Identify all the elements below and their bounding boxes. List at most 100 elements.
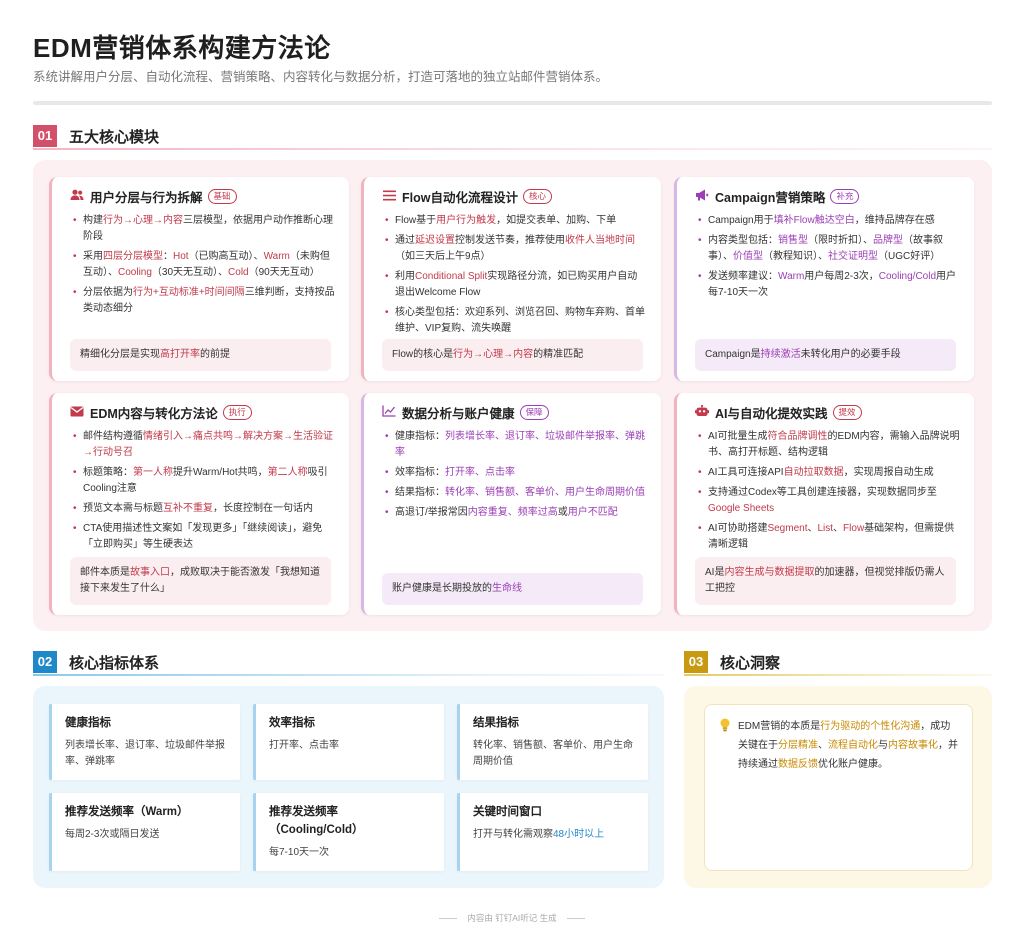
text-segment: （UGC好评） — [878, 251, 941, 262]
text-segment: 的前提 — [200, 349, 230, 360]
note-text: Campaign是持续激活未转化用户的必要手段 — [705, 347, 901, 363]
highlight-text: 收件人当地时间 — [565, 235, 635, 246]
text-segment: 结果指标： — [395, 487, 445, 498]
highlight-text: 内容重复、频率过高 — [467, 507, 558, 518]
note-text: Flow的核心是行为→心理→内容的精准匹配 — [392, 347, 583, 363]
text-segment: 列表增长率、退订率、垃圾邮件举报率、弹跳率 — [65, 740, 225, 767]
footer-dash-right — [566, 918, 585, 920]
chart-line-icon — [382, 405, 396, 420]
module-title: Campaign营销策略 补充 — [695, 187, 860, 206]
module-title-text: AI与自动化提效实践 — [715, 407, 828, 421]
text-segment: 核心类型包括：欢迎系列、浏览召回、购物车弃购、首单维护、VIP复购、流失唤醒 — [395, 307, 645, 334]
bullet-item: 预览文本需与标题互补不重复，长度控制在一句话内 — [72, 501, 335, 517]
note-text: 账户健康是长期投放的生命线 — [392, 581, 522, 597]
metric-description: 每周2-3次或隔日发送 — [65, 827, 228, 843]
page-subtitle: 系统讲解用户分层、自动化流程、营销策略、内容转化与数据分析，打造可落地的独立站邮… — [33, 70, 609, 84]
bullet-item: 健康指标：列表增长率、退订率、垃圾邮件举报率、弹跳率 — [384, 429, 647, 461]
bullet-item: 邮件结构遵循情绪引入→痛点共鸣→解决方案→生活验证→行动号召 — [72, 429, 335, 461]
metric-title: 推荐发送频率（Warm） — [65, 806, 189, 818]
module-bullets: 健康指标：列表增长率、退订率、垃圾邮件举报率、弹跳率效率指标：打开率、点击率结果… — [384, 429, 647, 525]
highlight-text: 数据反馈 — [778, 759, 818, 770]
metric-title: 健康指标 — [65, 717, 111, 729]
module-summary-note: Flow的核心是行为→心理→内容的精准匹配 — [382, 339, 643, 371]
module-campaign-strategy: Campaign营销策略补充 Campaign用于填补Flow触达空白，维持品牌存… — [674, 177, 974, 381]
bullet-item: 结果指标：转化率、销售额、客单价、用户生命周期价值 — [384, 485, 647, 501]
text-segment: 内容类型包括： — [708, 235, 778, 246]
mail-icon — [70, 406, 84, 420]
text-segment: 构建 — [83, 215, 103, 226]
module-title: 用户分层与行为拆解 基础 — [70, 187, 237, 206]
highlight-text: Google Sheets — [708, 503, 775, 514]
highlight-text: 行为→心理→内容 — [453, 349, 534, 360]
text-segment: Campaign是 — [705, 349, 761, 360]
metric-frequency-cooling: 推荐发送频率（Cooling/Cold） 每7-10天一次 — [253, 793, 444, 871]
module-flow-automation: Flow自动化流程设计核心 Flow基于用户行为触发，如提交表单、加购、下单通过延… — [361, 177, 661, 381]
highlight-text: Segment — [767, 523, 808, 534]
metric-result: 结果指标 转化率、销售额、客单价、用户生命周期价值 — [457, 704, 648, 780]
metric-description: 打开与转化需观察48小时以上 — [473, 827, 636, 843]
text-segment: 每7-10天一次 — [269, 847, 330, 858]
bullet-item: 支持通过Codex等工具创建连接器，实现数据同步至 Google Sheets — [697, 485, 960, 517]
text-segment: （已购高互动）、 — [188, 251, 264, 262]
text-segment: AI可协助搭建 — [708, 523, 768, 534]
highlight-text: 填补Flow触达空白 — [773, 215, 855, 226]
text-segment: （30天无互动）、 — [151, 267, 229, 278]
highlight-text: 行为+互动标准+时间间隔 — [133, 287, 245, 298]
text-segment: 发送频率建议： — [708, 271, 778, 282]
highlight-text: 持续激活 — [760, 349, 801, 360]
text-segment: 健康指标： — [395, 431, 445, 442]
highlight-text: 第一人称 — [133, 467, 173, 478]
header-divider — [33, 101, 992, 105]
text-segment: 采用 — [83, 251, 103, 262]
text-segment: （教程知识）、 — [763, 251, 828, 262]
module-summary-note: 精细化分层是实现高打开率的前提 — [70, 339, 331, 371]
module-title: EDM内容与转化方法论 执行 — [70, 403, 252, 422]
text-segment: Flow基于 — [395, 215, 437, 226]
highlight-text: 延迟设置 — [415, 235, 455, 246]
text-segment: 邮件结构遵循 — [83, 431, 143, 442]
text-segment: ，实现周报自动生成 — [843, 467, 934, 478]
highlight-text: List — [817, 523, 834, 534]
highlight-text: Cold — [228, 267, 249, 278]
bullet-item: AI可批量生成符合品牌调性的EDM内容，需输入品牌说明书、高打开标题、结构逻辑 — [697, 429, 960, 461]
metric-time-window: 关键时间窗口 打开与转化需观察48小时以上 — [457, 793, 648, 871]
page-title: EDM营销体系构建方法论 — [33, 33, 331, 63]
highlight-text: 流程自动化 — [828, 740, 878, 751]
highlight-text: 内容故事化 — [888, 740, 938, 751]
section-03-heading: 03 核心洞察 — [684, 650, 992, 676]
text-segment: 、 — [807, 523, 818, 534]
section-number: 03 — [684, 651, 708, 673]
module-badge: 核心 — [522, 189, 552, 204]
list-icon — [382, 190, 396, 204]
text-segment: 预览文本需与标题 — [83, 503, 163, 514]
highlight-text: 用户行为触发 — [436, 215, 497, 226]
module-title-text: Campaign营销策略 — [715, 191, 826, 205]
bullet-item: 采用四层分层模型：Hot（已购高互动）、Warm（未购但互动）、Cooling（… — [72, 249, 335, 281]
text-segment: 提升Warm/Hot共鸣， — [173, 467, 268, 478]
megaphone-icon — [695, 189, 709, 204]
module-title-text: 数据分析与账户健康 — [402, 407, 515, 421]
text-segment: 用户每周2-3次， — [804, 271, 879, 282]
metric-description: 打开率、点击率 — [269, 738, 432, 754]
section-number: 02 — [33, 651, 57, 673]
section-number: 01 — [33, 125, 57, 147]
metric-description: 每7-10天一次 — [269, 845, 432, 861]
module-bullets: AI可批量生成符合品牌调性的EDM内容，需输入品牌说明书、高打开标题、结构逻辑 A… — [697, 429, 960, 557]
text-segment: 邮件本质是 — [80, 567, 130, 578]
highlight-text: 品牌型 — [873, 235, 903, 246]
bullet-item: AI可协助搭建Segment、List、Flow基础架构，但需提供清晰逻辑 — [697, 521, 960, 553]
module-bullets: 构建行为→心理→内容三层模型，依据用户动作推断心理阶段采用四层分层模型：Hot（… — [72, 213, 335, 321]
highlight-text: Warm — [778, 271, 805, 282]
highlight-text: Hot — [173, 251, 189, 262]
highlight-text: 价值型 — [733, 251, 763, 262]
text-segment: ，如提交表单、加购、下单 — [496, 215, 617, 226]
text-segment: AI是 — [705, 567, 725, 578]
module-title: 数据分析与账户健康 保障 — [382, 403, 549, 422]
metric-frequency-warm: 推荐发送频率（Warm） 每周2-3次或隔日发送 — [49, 793, 240, 871]
highlight-text: 故事入口 — [130, 567, 170, 578]
footer-credit: 内容由 钉钉AI听记 生成 — [467, 913, 557, 923]
text-segment: 、 — [833, 523, 844, 534]
metric-efficiency: 效率指标 打开率、点击率 — [253, 704, 444, 780]
module-content-conversion: EDM内容与转化方法论执行邮件结构遵循情绪引入→痛点共鸣→解决方案→生活验证→行… — [49, 393, 349, 615]
highlight-text: Flow — [843, 523, 865, 534]
